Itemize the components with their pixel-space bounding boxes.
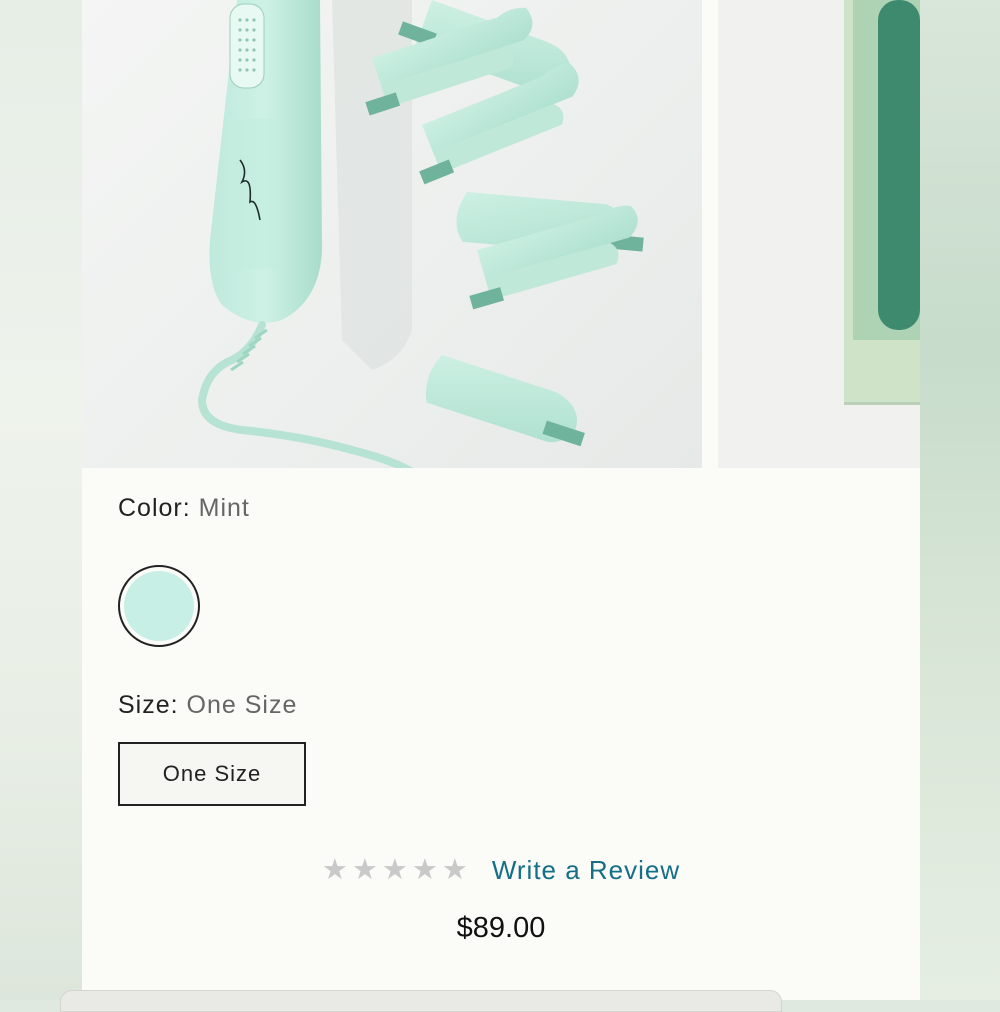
product-price: $89.00	[456, 912, 546, 944]
product-image-secondary[interactable]	[718, 0, 920, 468]
size-label-value: One Size	[186, 691, 298, 719]
star-icon: ★	[381, 853, 408, 886]
color-swatch-fill	[124, 571, 194, 641]
color-swatch-mint[interactable]	[118, 565, 200, 647]
size-label-key: Size:	[118, 691, 179, 719]
star-icon: ★	[321, 853, 348, 886]
write-review-link[interactable]: Write a Review	[492, 855, 680, 886]
bottom-sheet-edge	[60, 990, 782, 1012]
size-option-button[interactable]: One Size	[118, 742, 306, 806]
background-blur-left	[0, 0, 82, 1000]
hair-dryer-with-clips-illustration	[197, 0, 644, 468]
color-label: Color: Mint	[118, 494, 250, 523]
color-label-value: Mint	[198, 494, 250, 522]
rating-stars[interactable]: ★ ★ ★ ★ ★	[321, 853, 468, 886]
color-label-key: Color:	[118, 494, 191, 522]
product-box-illustration	[844, 0, 920, 405]
product-image-gallery[interactable]	[82, 0, 920, 468]
product-image-main[interactable]	[82, 0, 702, 468]
background-blur-right	[918, 0, 1000, 1000]
product-card: Color: Mint Size: One Size One Size ★ ★ …	[82, 0, 920, 1000]
star-icon: ★	[351, 853, 378, 886]
star-icon: ★	[441, 853, 468, 886]
size-label: Size: One Size	[118, 691, 297, 720]
star-icon: ★	[411, 853, 438, 886]
rating-row: ★ ★ ★ ★ ★ Write a Review	[82, 848, 920, 892]
